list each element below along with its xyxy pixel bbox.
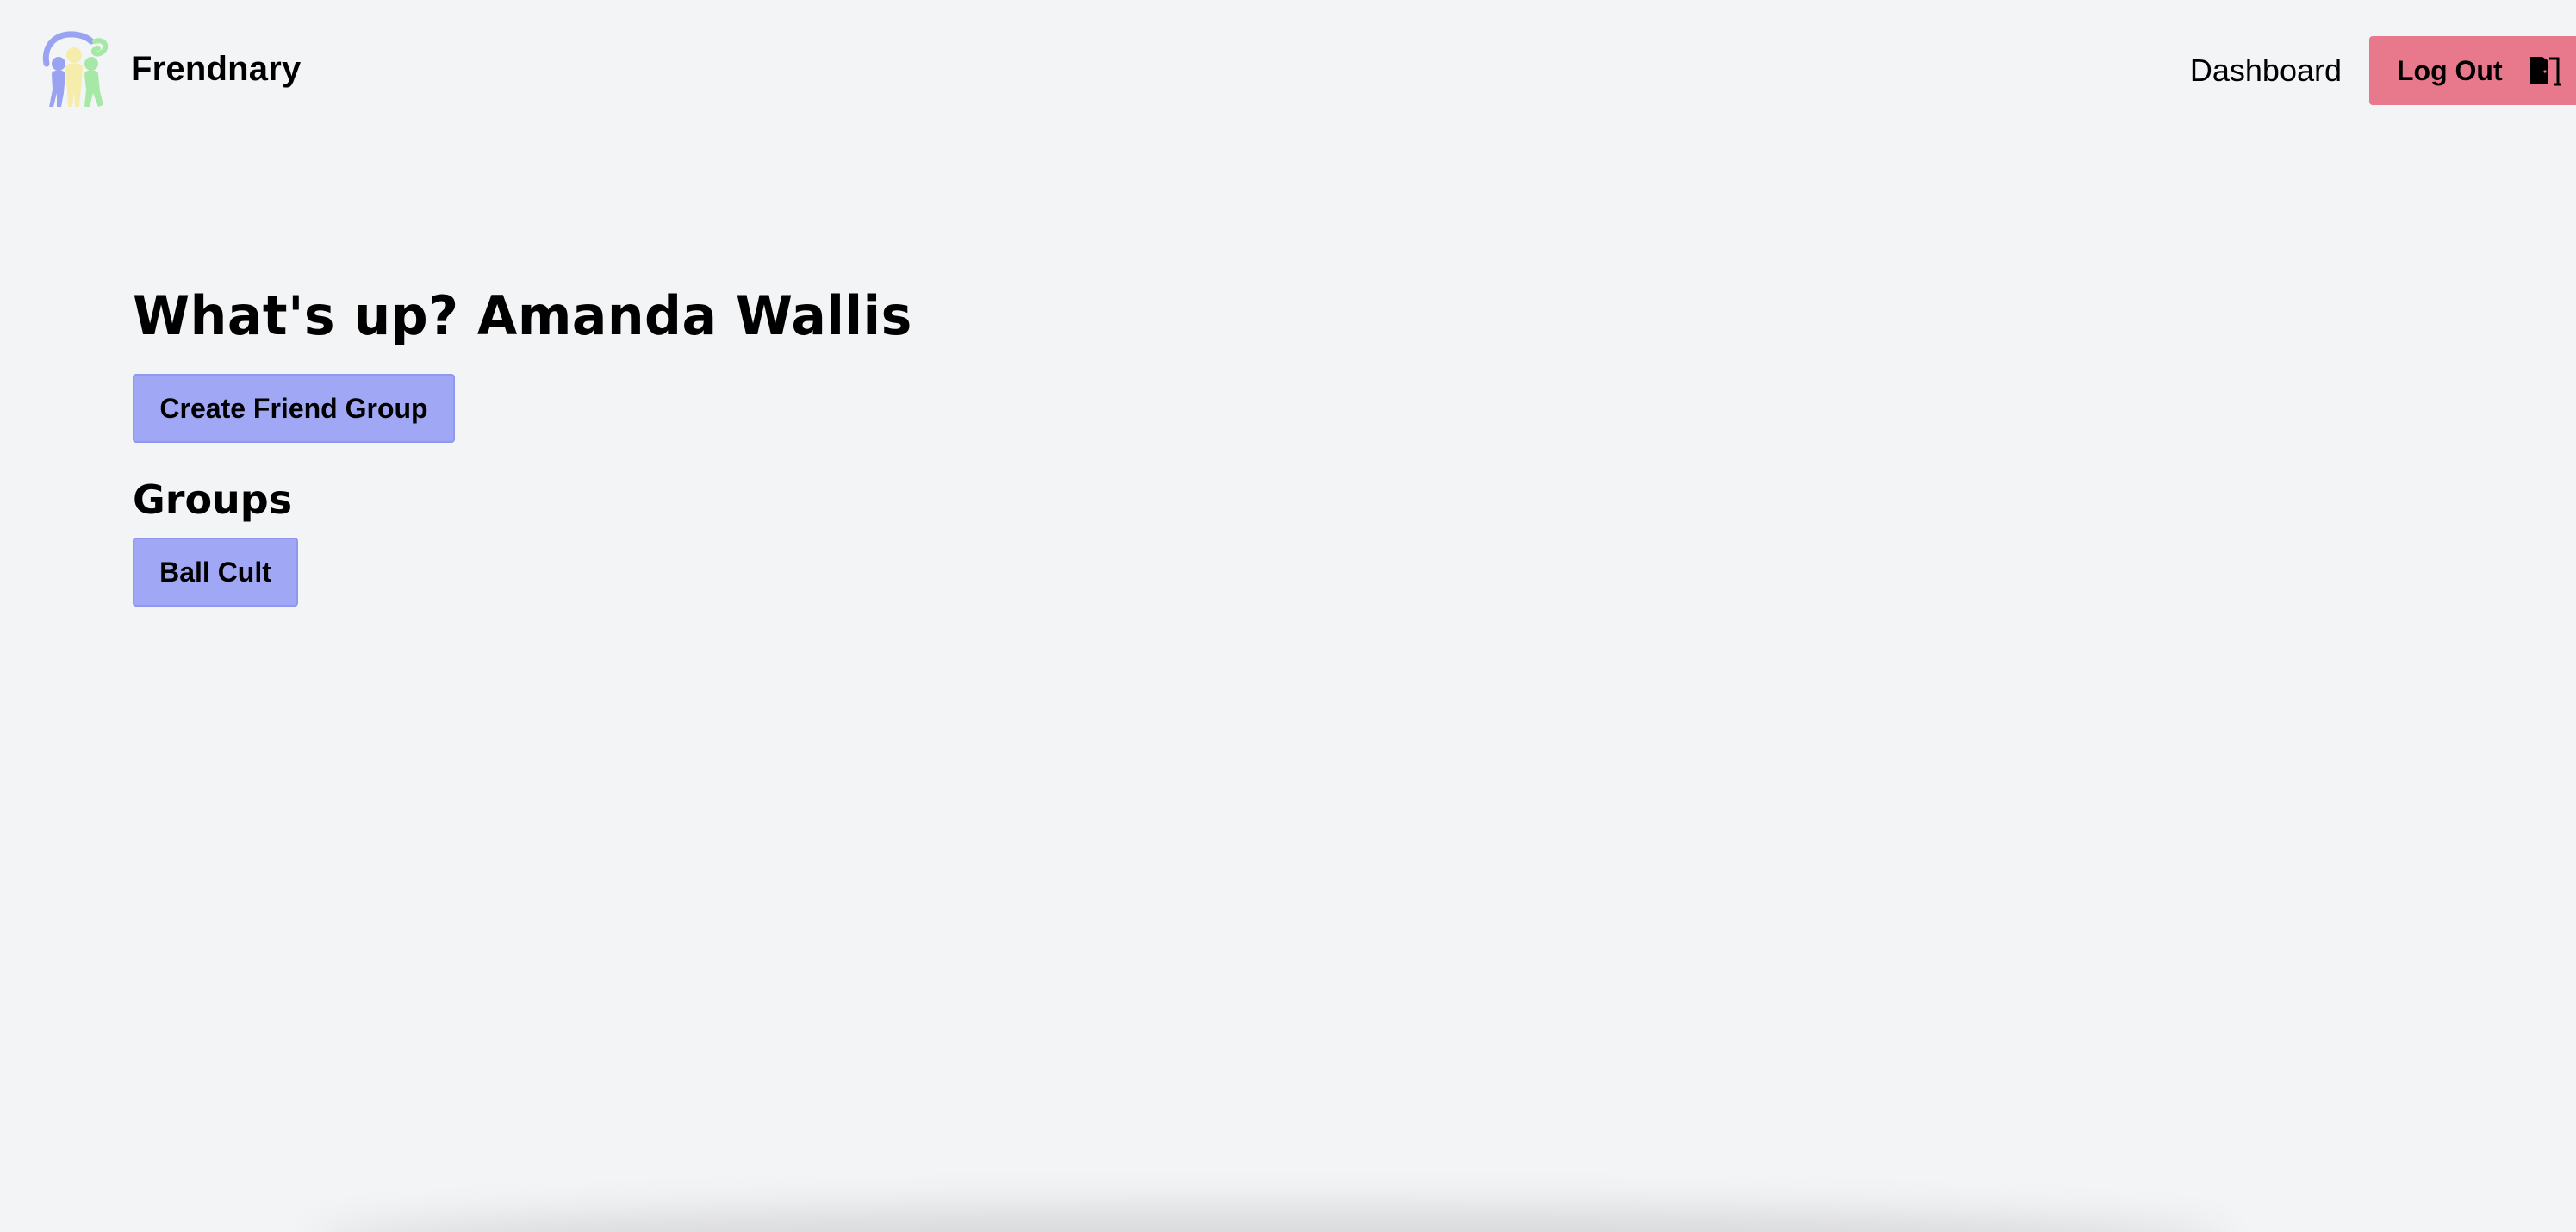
- main-content: What's up? Amanda Wallis Create Friend G…: [133, 276, 912, 607]
- group-list: Ball Cult: [133, 538, 912, 607]
- dashboard-link[interactable]: Dashboard: [2190, 53, 2342, 89]
- create-friend-group-button[interactable]: Create Friend Group: [133, 374, 455, 443]
- logout-button[interactable]: Log Out: [2369, 36, 2576, 105]
- door-exit-icon: [2529, 57, 2561, 86]
- brand[interactable]: Frendnary: [38, 26, 301, 112]
- group-item-button[interactable]: Ball Cult: [133, 538, 298, 607]
- app-page: Frendnary Dashboard Log Out What's up? A…: [0, 0, 2576, 1232]
- groups-heading: Groups: [133, 476, 293, 523]
- app-name: Frendnary: [131, 49, 302, 88]
- three-friends-logo-icon: [42, 31, 109, 107]
- logout-button-label: Log Out: [2397, 54, 2503, 86]
- nav-links: Dashboard Log Out: [2190, 36, 2576, 105]
- top-navbar: Frendnary Dashboard Log Out: [0, 0, 2576, 138]
- page-title: What's up? Amanda Wallis: [133, 284, 912, 348]
